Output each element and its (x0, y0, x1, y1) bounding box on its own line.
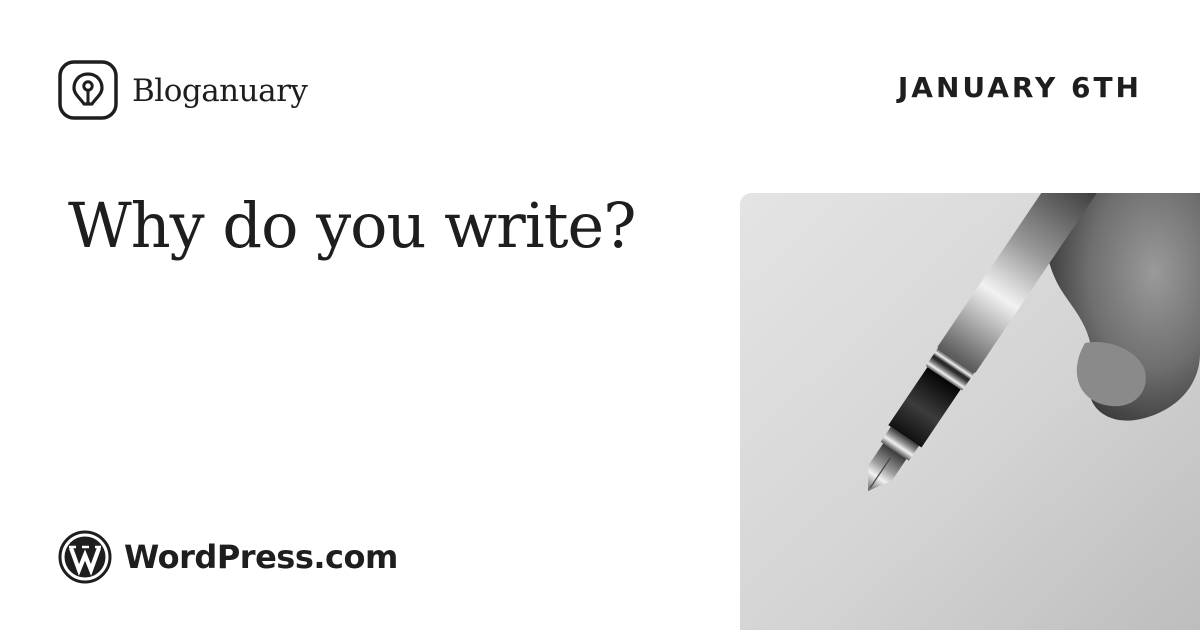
brand-name: Bloganuary (132, 72, 308, 109)
wordpress-icon (58, 530, 112, 584)
fountain-pen-photo (740, 193, 1200, 630)
wordpress-logo: WordPress.com (58, 530, 398, 584)
share-card: Bloganuary JANUARY 6TH Why do you write?… (0, 0, 1200, 630)
bloganuary-logo: Bloganuary (58, 60, 308, 120)
prompt-date: JANUARY 6TH (897, 71, 1142, 104)
bloganuary-pen-nib-icon (58, 60, 118, 120)
wordpress-name: WordPress.com (124, 538, 398, 576)
prompt-question: Why do you write? (68, 189, 637, 262)
fountain-pen-illustration (740, 193, 1200, 630)
